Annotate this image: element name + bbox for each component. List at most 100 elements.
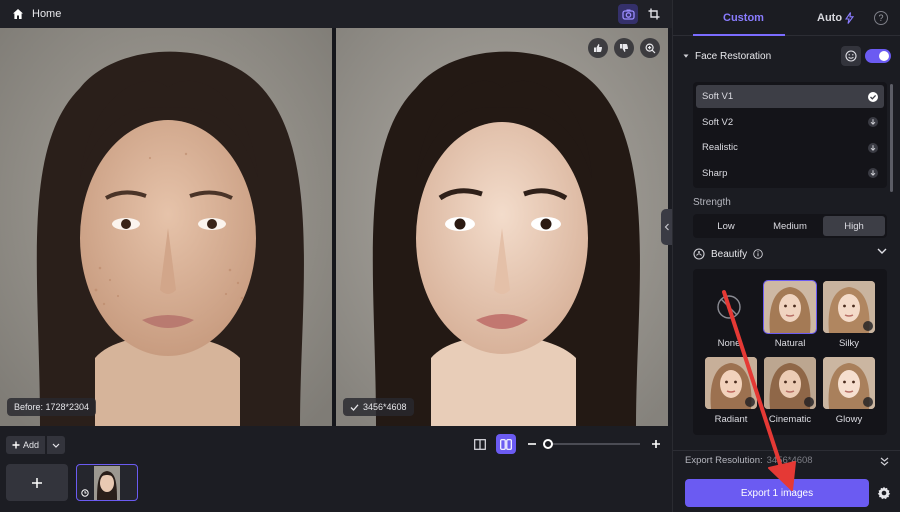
split-view-button[interactable] bbox=[470, 434, 490, 454]
face-restoration-header[interactable]: Face Restoration bbox=[673, 44, 900, 68]
ai-camera-button[interactable] bbox=[618, 4, 638, 24]
download-icon[interactable] bbox=[804, 397, 814, 407]
zoom-button[interactable] bbox=[640, 38, 660, 58]
crop-button[interactable] bbox=[644, 4, 664, 24]
clock-icon bbox=[81, 489, 89, 497]
preset-label: Natural bbox=[774, 338, 806, 349]
strength-option-medium[interactable]: Medium bbox=[759, 216, 821, 236]
beautify-icon bbox=[693, 248, 705, 260]
export-resolution-label: Export Resolution: bbox=[685, 455, 763, 466]
zoom-out-button[interactable] bbox=[522, 434, 542, 454]
preset-none[interactable]: None bbox=[703, 281, 755, 349]
download-icon[interactable] bbox=[745, 397, 755, 407]
download-icon[interactable] bbox=[863, 397, 873, 407]
chevron-down-icon bbox=[52, 443, 60, 448]
ai-camera-icon bbox=[621, 9, 635, 20]
top-bar: Home bbox=[0, 0, 672, 28]
after-resolution-badge: 3456*4608 bbox=[343, 398, 414, 416]
face-restoration-toggle[interactable] bbox=[865, 49, 891, 63]
none-icon bbox=[717, 295, 741, 319]
plus-icon bbox=[32, 477, 42, 488]
after-photo bbox=[336, 28, 668, 426]
model-option-soft-v2[interactable]: Soft V2 bbox=[696, 111, 884, 134]
strength-label: Strength bbox=[693, 197, 731, 208]
chevron-left-icon bbox=[664, 223, 669, 231]
question-mark-icon: ? bbox=[878, 13, 884, 23]
portrait-thumbnail bbox=[764, 281, 816, 333]
thumbs-up-button[interactable] bbox=[588, 38, 608, 58]
preset-none-thumbnail bbox=[703, 281, 755, 333]
thumbs-down-icon bbox=[620, 44, 629, 52]
preset-radiant-thumbnail bbox=[705, 357, 757, 409]
model-option-sharp[interactable]: Sharp bbox=[696, 162, 884, 185]
home-button[interactable]: Home bbox=[0, 8, 61, 20]
export-button[interactable]: Export 1 images bbox=[685, 479, 869, 507]
model-option-soft-v1[interactable]: Soft V1 bbox=[696, 85, 884, 108]
panel-scrollbar[interactable] bbox=[890, 84, 893, 192]
beautify-title: Beautify bbox=[711, 248, 748, 260]
strength-option-high[interactable]: High bbox=[823, 216, 885, 236]
strength-option-low[interactable]: Low bbox=[695, 216, 757, 236]
export-resolution-value: 3456*4608 bbox=[766, 455, 813, 466]
preset-natural[interactable]: Natural bbox=[763, 280, 817, 349]
zoom-in-button[interactable] bbox=[646, 434, 666, 454]
export-resolution-row[interactable]: Export Resolution: 3456*4608 bbox=[673, 450, 900, 470]
add-button[interactable]: Add bbox=[6, 436, 46, 454]
help-button[interactable]: ? bbox=[874, 11, 888, 25]
face-detect-button[interactable] bbox=[841, 46, 861, 66]
download-icon[interactable] bbox=[868, 168, 878, 178]
thumbnail-photo bbox=[94, 465, 120, 500]
mode-tabs: Custom Auto ? bbox=[673, 0, 900, 36]
zoom-slider-handle[interactable] bbox=[543, 439, 553, 449]
after-badge-text: 3456*4608 bbox=[363, 402, 407, 412]
preset-cinematic[interactable]: Cinematic bbox=[764, 357, 816, 425]
tab-underline bbox=[693, 34, 785, 36]
strength-selector: Low Medium High bbox=[693, 214, 887, 238]
minus-icon bbox=[528, 443, 536, 445]
download-icon[interactable] bbox=[868, 117, 878, 127]
chevron-down-icon[interactable] bbox=[877, 248, 887, 254]
preset-glowy[interactable]: Glowy bbox=[823, 357, 875, 425]
zoom-slider[interactable] bbox=[543, 439, 640, 449]
preset-label: Glowy bbox=[835, 414, 863, 425]
model-option-realistic[interactable]: Realistic bbox=[696, 136, 884, 159]
side-by-side-icon bbox=[500, 438, 512, 450]
model-label: Sharp bbox=[702, 167, 728, 179]
preset-label: Radiant bbox=[714, 414, 748, 425]
crop-icon bbox=[648, 8, 660, 20]
thumbs-up-icon bbox=[594, 44, 603, 52]
home-icon bbox=[13, 9, 23, 19]
settings-panel: Custom Auto ? Face Restoration Soft V1 S… bbox=[672, 0, 900, 512]
split-view-icon bbox=[474, 438, 486, 450]
caret-down-icon bbox=[683, 54, 689, 58]
download-icon[interactable] bbox=[868, 142, 878, 153]
add-image-button[interactable] bbox=[6, 464, 68, 501]
preset-silky[interactable]: Silky bbox=[823, 281, 875, 349]
before-resolution-badge: Before: 1728*2304 bbox=[7, 398, 97, 416]
thumbs-down-button[interactable] bbox=[614, 38, 634, 58]
before-image-pane: Before: 1728*2304 bbox=[0, 28, 332, 426]
model-label: Realistic bbox=[702, 142, 738, 153]
before-badge-text: Before: 1728*2304 bbox=[14, 402, 90, 412]
add-dropdown-button[interactable] bbox=[47, 436, 66, 454]
tab-auto[interactable]: Auto bbox=[817, 12, 855, 24]
bottom-bar: Add bbox=[0, 426, 672, 512]
side-by-side-view-button[interactable] bbox=[496, 434, 516, 454]
beautify-presets: None Natural Silky Radiant Cinematic Glo… bbox=[693, 269, 887, 435]
image-thumbnail[interactable] bbox=[76, 464, 138, 501]
preset-label: Silky bbox=[838, 338, 860, 349]
preset-cinematic-thumbnail bbox=[764, 357, 816, 409]
after-image-pane: 3456*4608 bbox=[336, 28, 668, 426]
smile-icon bbox=[845, 50, 857, 62]
preset-radiant[interactable]: Radiant bbox=[705, 357, 757, 425]
download-icon[interactable] bbox=[863, 321, 873, 331]
gear-icon[interactable] bbox=[877, 486, 891, 500]
face-restoration-title: Face Restoration bbox=[695, 50, 772, 62]
tab-custom[interactable]: Custom bbox=[723, 12, 764, 24]
beautify-header[interactable]: Beautify bbox=[693, 244, 887, 264]
info-icon[interactable] bbox=[753, 249, 763, 259]
preset-label: None bbox=[717, 338, 741, 349]
preset-silky-thumbnail bbox=[823, 281, 875, 333]
double-chevron-down-icon[interactable] bbox=[880, 457, 889, 466]
preset-glowy-thumbnail bbox=[823, 357, 875, 409]
